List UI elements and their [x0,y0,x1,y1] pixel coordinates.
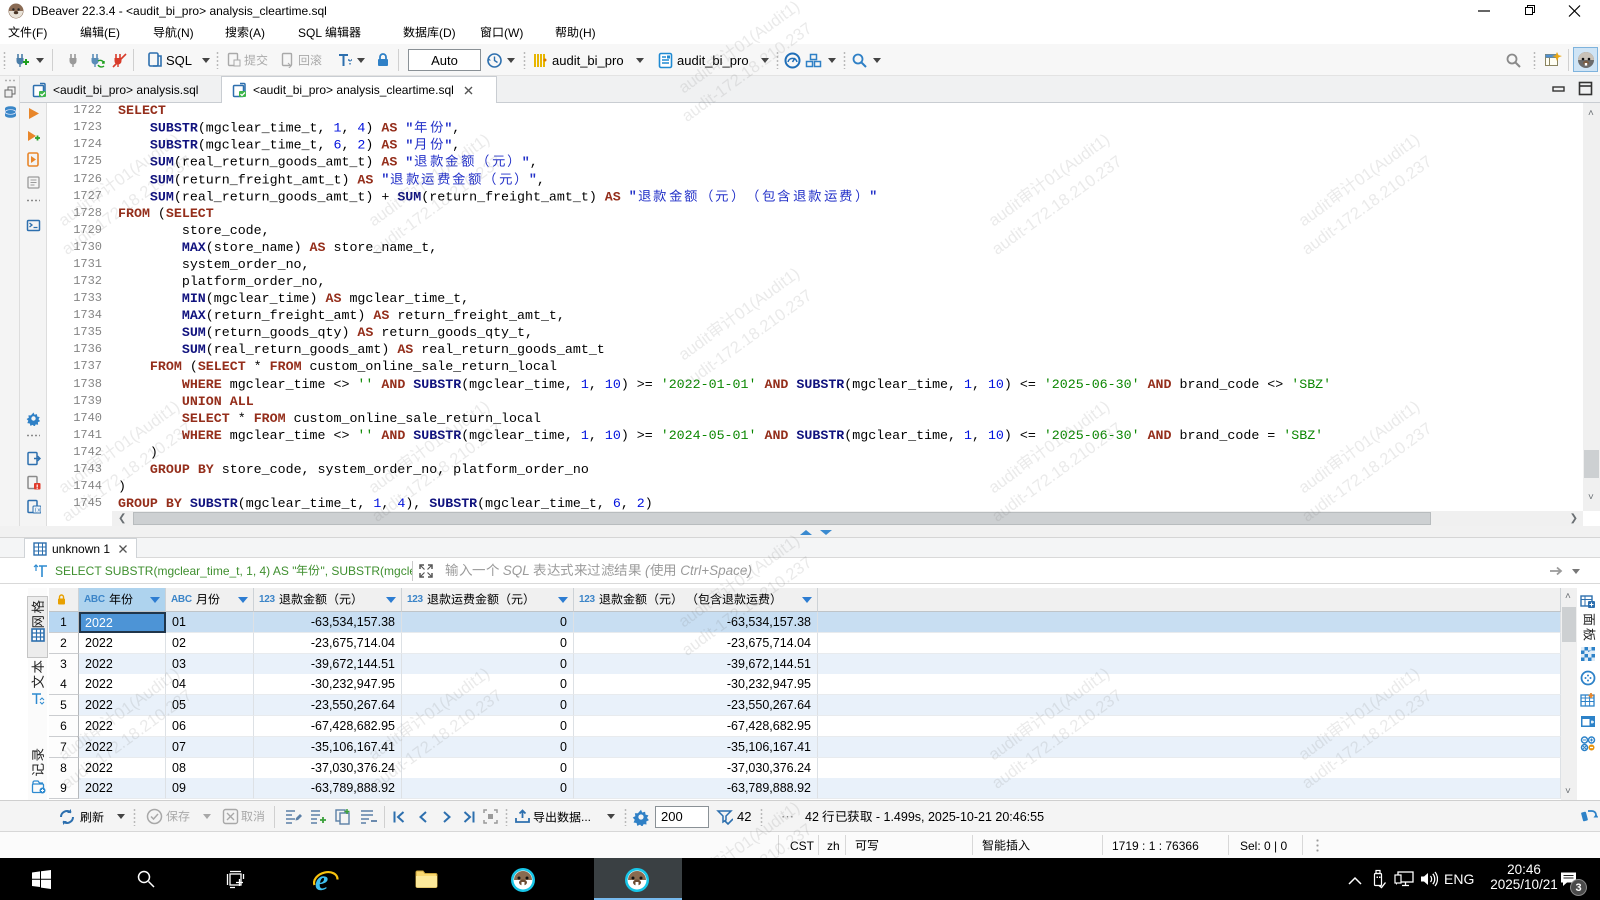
svg-text:(x): (x) [34,508,41,514]
svg-text:e: e [315,867,328,893]
